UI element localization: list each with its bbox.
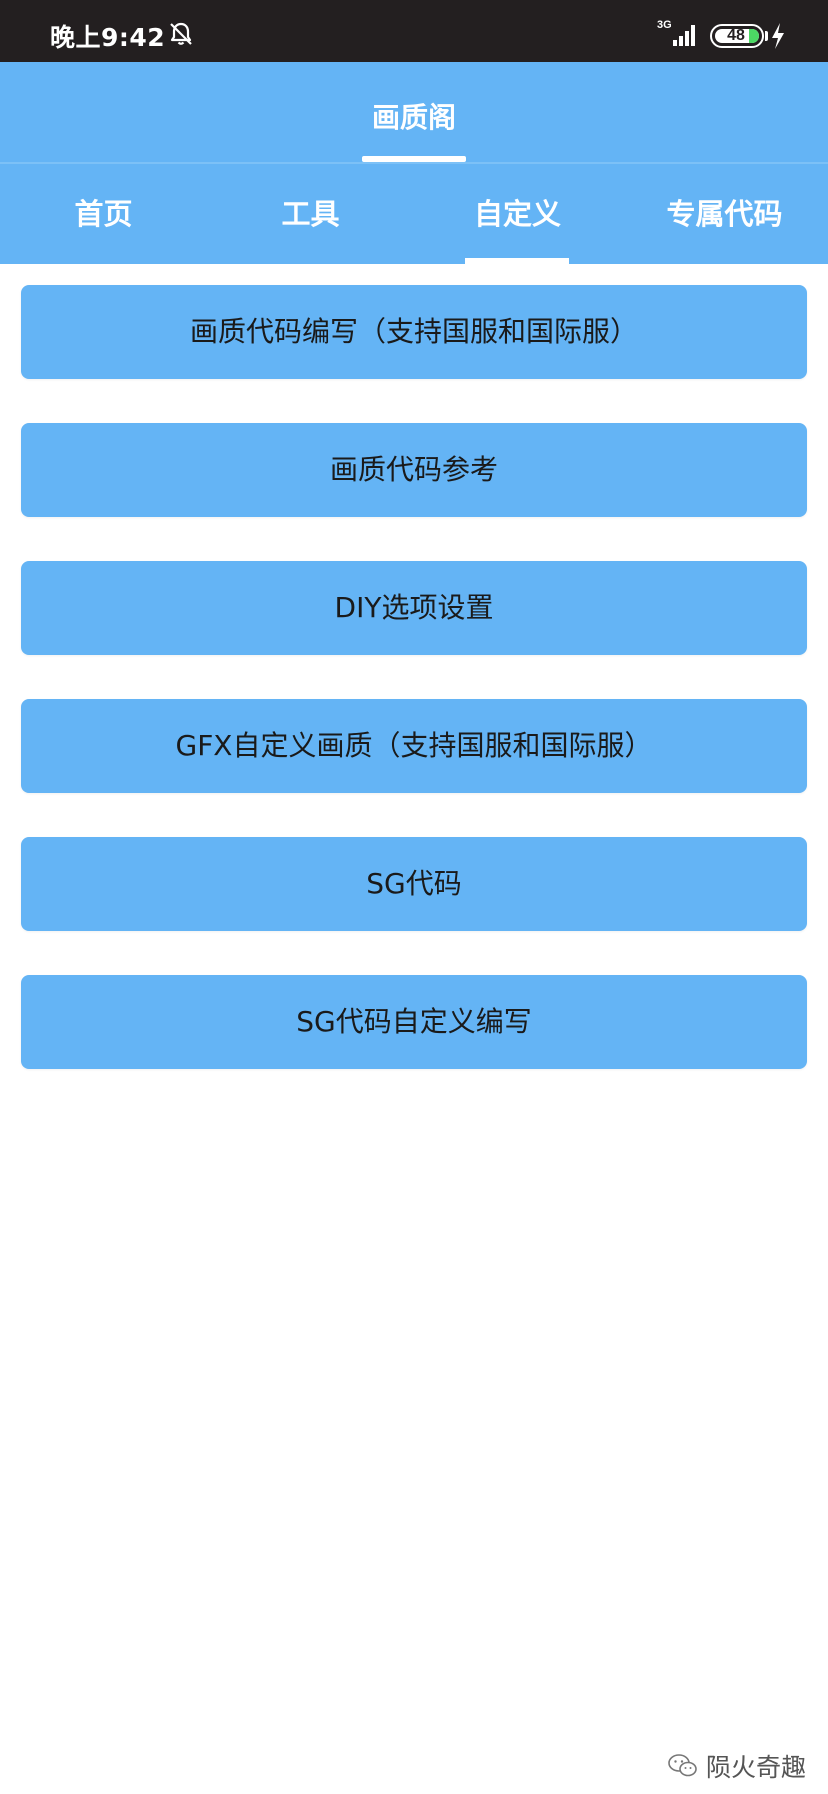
status-time: 晚上9:42 xyxy=(50,23,166,52)
tab-exclusive-code[interactable]: 专属代码 xyxy=(621,164,828,264)
app-header: 画质阁 xyxy=(0,62,828,162)
graphics-code-reference-button[interactable]: 画质代码参考 xyxy=(21,423,807,517)
sg-code-custom-write-button[interactable]: SG代码自定义编写 xyxy=(21,975,807,1069)
button-list: 画质代码编写（支持国服和国际服） 画质代码参考 DIY选项设置 GFX自定义画质… xyxy=(21,285,807,1113)
watermark-text: 陨火奇趣 xyxy=(705,1753,806,1782)
graphics-code-write-button[interactable]: 画质代码编写（支持国服和国际服） xyxy=(21,285,807,379)
wechat-icon xyxy=(668,1754,697,1777)
watermark: 陨火奇趣 xyxy=(668,1750,806,1782)
battery-level: 48 xyxy=(727,27,745,44)
diy-options-button[interactable]: DIY选项设置 xyxy=(21,561,807,655)
status-bar: 晚上9:42 3G 48 xyxy=(0,0,828,62)
tab-active-indicator xyxy=(465,258,569,264)
tab-home[interactable]: 首页 xyxy=(0,164,207,264)
battery-cap xyxy=(765,31,768,41)
sg-code-button[interactable]: SG代码 xyxy=(21,837,807,931)
tab-tools[interactable]: 工具 xyxy=(207,164,414,264)
app-title: 画质阁 xyxy=(371,101,456,134)
charging-bolt-icon xyxy=(772,23,784,49)
tab-bar: 首页 工具 自定义 专属代码 xyxy=(0,164,828,264)
tab-custom[interactable]: 自定义 xyxy=(414,164,621,264)
signal-icon: 3G xyxy=(657,19,695,46)
network-type-label: 3G xyxy=(657,19,672,31)
bell-off-icon xyxy=(170,22,192,45)
battery-icon: 48 xyxy=(710,24,764,48)
gfx-custom-graphics-button[interactable]: GFX自定义画质（支持国服和国际服） xyxy=(21,699,807,793)
screen: 晚上9:42 3G 48 画质阁 首页 工具 自定义 专属代码 画质代码编写（支… xyxy=(0,0,828,1794)
